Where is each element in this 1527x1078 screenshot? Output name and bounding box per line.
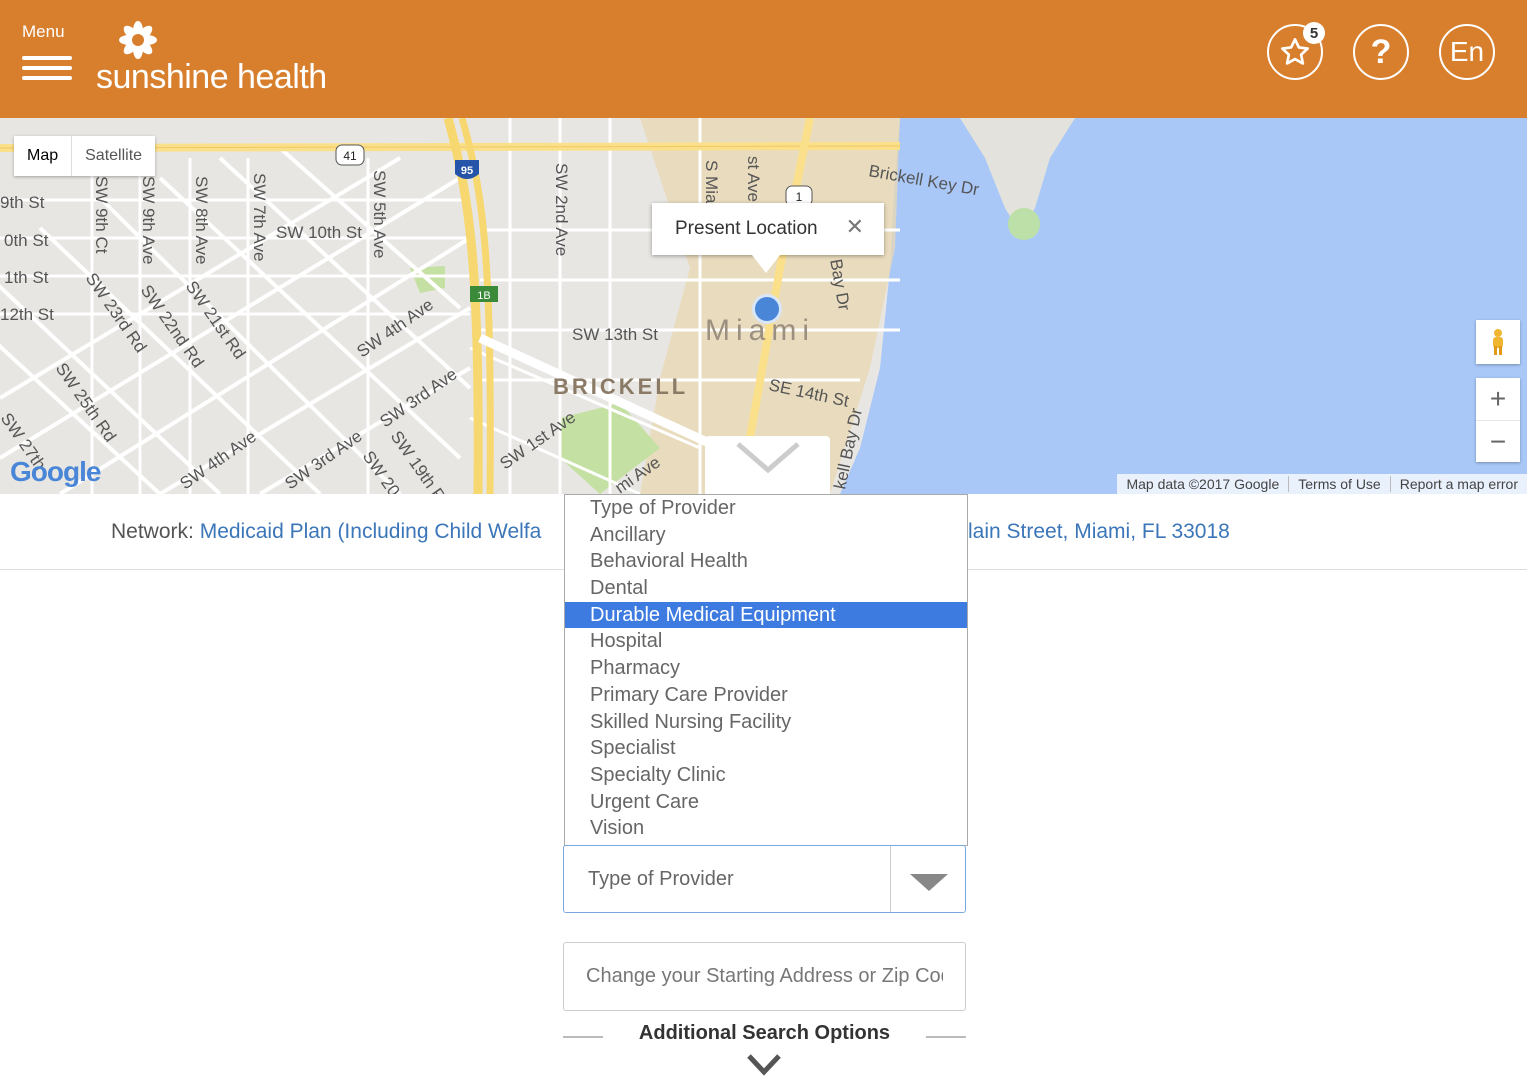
- collapse-map-button[interactable]: [705, 436, 830, 494]
- svg-text:SW 9th Ave: SW 9th Ave: [139, 176, 158, 265]
- sun-flower-icon: [119, 21, 157, 59]
- svg-text:95: 95: [461, 165, 473, 177]
- provider-option[interactable]: Type of Provider: [565, 495, 967, 522]
- provider-option[interactable]: Specialist: [565, 735, 967, 762]
- chevron-down-icon[interactable]: [746, 1052, 782, 1076]
- svg-text:SW 10th St: SW 10th St: [276, 223, 362, 242]
- svg-text:41: 41: [343, 149, 357, 163]
- chevron-down-icon: [735, 442, 800, 474]
- svg-text:0th St: 0th St: [4, 231, 49, 250]
- terms-of-use-link[interactable]: Terms of Use: [1288, 476, 1389, 492]
- provider-option[interactable]: Skilled Nursing Facility: [565, 709, 967, 736]
- map-type-satellite[interactable]: Satellite: [71, 136, 155, 176]
- provider-option[interactable]: Vision: [565, 815, 967, 842]
- report-map-error-link[interactable]: Report a map error: [1389, 476, 1527, 492]
- provider-option[interactable]: Specialty Clinic: [565, 762, 967, 789]
- svg-text:SW 13th St: SW 13th St: [572, 325, 658, 344]
- map-type-toggle: Map Satellite: [14, 136, 156, 176]
- provider-option[interactable]: Hospital: [565, 628, 967, 655]
- provider-type-value: Type of Provider: [588, 868, 734, 890]
- current-location-marker[interactable]: [752, 294, 782, 324]
- menu-button[interactable]: Menu: [20, 22, 76, 86]
- provider-option[interactable]: Pharmacy: [565, 655, 967, 682]
- svg-text:S Mia: S Mia: [702, 160, 721, 204]
- zoom-in-button[interactable]: +: [1476, 378, 1520, 421]
- map-attribution: Map data ©2017 Google Terms of Use Repor…: [1117, 474, 1527, 494]
- additional-search-options-toggle[interactable]: Additional Search Options: [563, 1018, 966, 1048]
- zoom-control: + −: [1476, 378, 1520, 462]
- starting-address-input[interactable]: [563, 942, 966, 1011]
- help-icon: ?: [1370, 32, 1392, 71]
- hamburger-icon: [22, 56, 72, 86]
- network-info: Network: Medicaid Plan (Including Child …: [111, 520, 541, 544]
- caret-down-icon: [910, 874, 948, 891]
- starting-address-link[interactable]: lain Street, Miami, FL 33018: [968, 520, 1230, 544]
- provider-option[interactable]: Primary Care Provider: [565, 682, 967, 709]
- help-button[interactable]: ?: [1353, 24, 1409, 80]
- map-data-credit: Map data ©2017 Google: [1126, 476, 1280, 492]
- zoom-out-button[interactable]: −: [1476, 421, 1520, 463]
- google-logo: Google: [10, 456, 101, 488]
- brand-name: sunshine health: [96, 58, 327, 96]
- svg-text:9th St: 9th St: [0, 193, 45, 212]
- street-view-pegman-icon[interactable]: [1476, 320, 1520, 364]
- infowindow-title: Present Location: [675, 218, 818, 239]
- svg-text:SW 5th Ave: SW 5th Ave: [370, 170, 389, 259]
- svg-text:1B: 1B: [477, 290, 490, 302]
- svg-text:1th St: 1th St: [4, 268, 49, 287]
- provider-option[interactable]: Dental: [565, 575, 967, 602]
- svg-text:SW 9th Ct: SW 9th Ct: [92, 176, 111, 254]
- map-type-map[interactable]: Map: [14, 136, 71, 176]
- network-plan-link[interactable]: Medicaid Plan (Including Child Welfa: [200, 520, 542, 543]
- present-location-infowindow: Present Location ✕: [652, 203, 884, 273]
- favorites-count-badge: 5: [1303, 22, 1325, 44]
- svg-text:st Ave: st Ave: [744, 156, 763, 202]
- additional-search-label: Additional Search Options: [638, 1022, 891, 1044]
- svg-text:SW 8th Ave: SW 8th Ave: [192, 176, 211, 265]
- top-header: Menu sunshine health 5 ? En: [0, 0, 1527, 118]
- provider-option[interactable]: Urgent Care: [565, 789, 967, 816]
- close-icon[interactable]: ✕: [846, 214, 864, 240]
- svg-text:12th St: 12th St: [0, 305, 54, 324]
- favorites-button[interactable]: 5: [1267, 22, 1325, 80]
- map-view[interactable]: 41 95 1 1B 9th St 0th St 1th St 12th St …: [0, 118, 1527, 494]
- provider-option[interactable]: Behavioral Health: [565, 548, 967, 575]
- provider-option[interactable]: Durable Medical Equipment: [565, 601, 967, 629]
- provider-option[interactable]: Ancillary: [565, 522, 967, 549]
- svg-text:SW 2nd Ave: SW 2nd Ave: [552, 163, 571, 256]
- provider-type-select[interactable]: Type of Provider: [563, 845, 966, 913]
- svg-text:1: 1: [796, 190, 803, 204]
- language-button[interactable]: En: [1439, 24, 1495, 80]
- sunshine-health-logo[interactable]: sunshine health: [96, 20, 336, 100]
- provider-type-options: Type of Provider Ancillary Behavioral Heal…: [564, 494, 968, 846]
- svg-text:SW 7th Ave: SW 7th Ave: [250, 173, 269, 262]
- google-logo-text: Google: [10, 456, 101, 487]
- network-label: Network:: [111, 520, 194, 543]
- language-label: En: [1449, 36, 1485, 67]
- menu-label: Menu: [22, 22, 65, 41]
- svg-text:BRICKELL: BRICKELL: [553, 374, 688, 399]
- select-arrow[interactable]: [890, 846, 965, 912]
- right-rule: [926, 1036, 966, 1038]
